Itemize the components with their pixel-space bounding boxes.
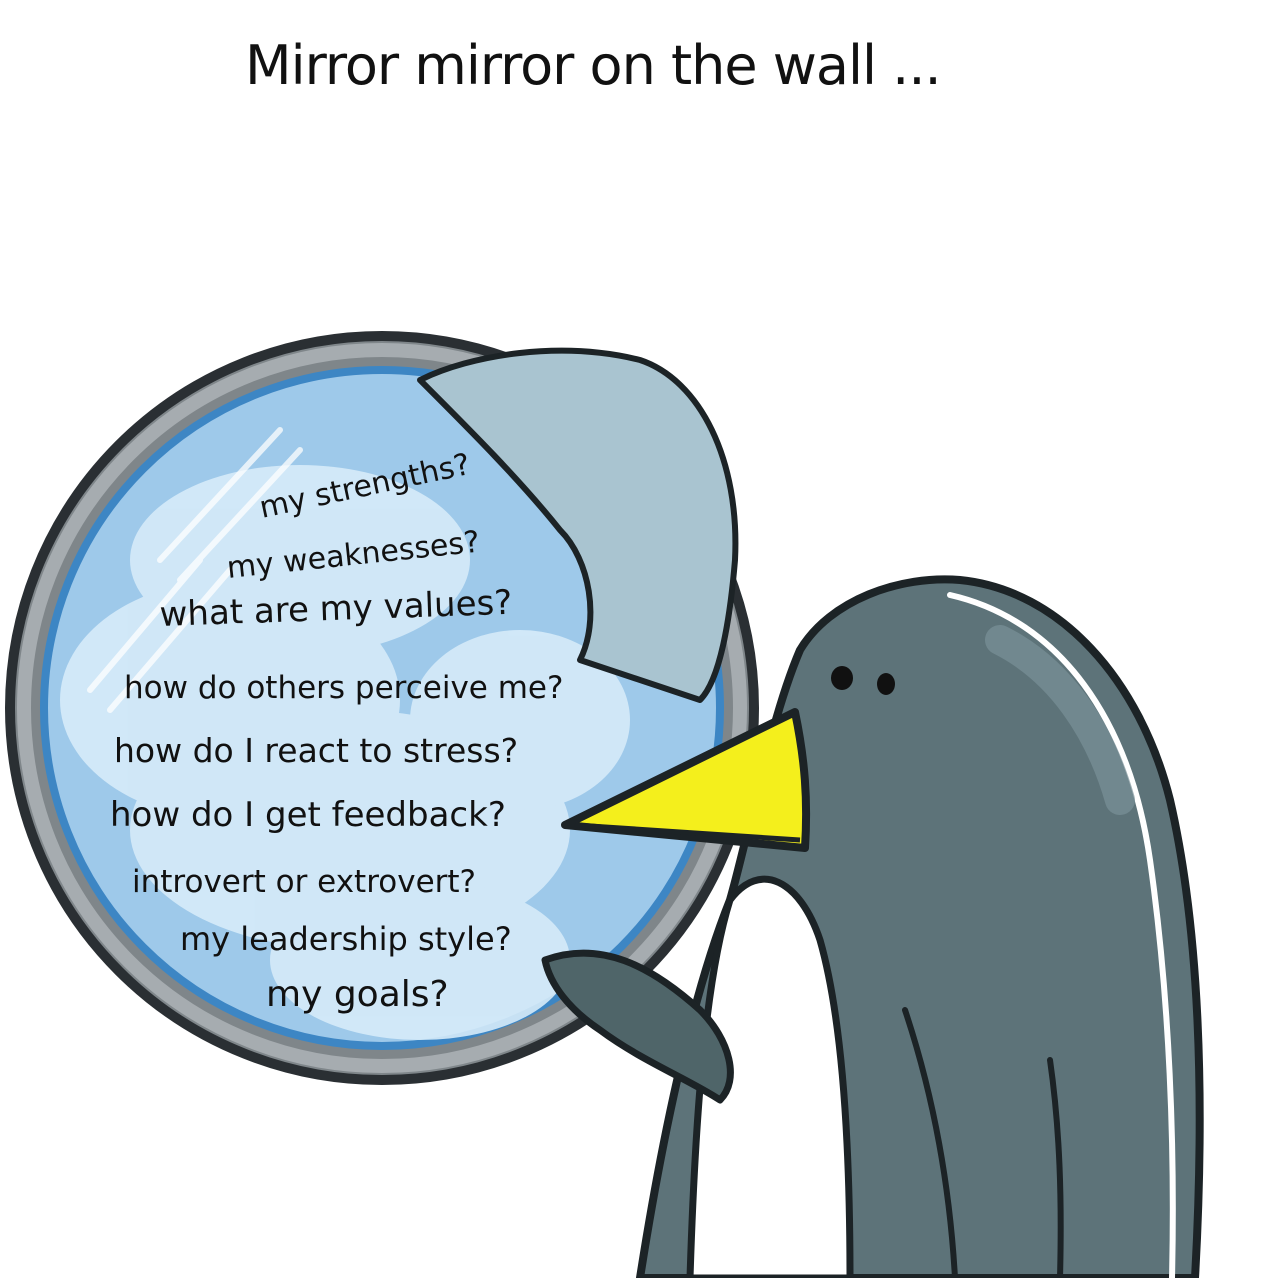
- penguin-eye-right: [877, 673, 895, 695]
- question-leadership: my leadership style?: [180, 920, 512, 958]
- question-feedback: how do I get feedback?: [110, 795, 506, 835]
- question-introvert: introvert or extrovert?: [132, 864, 476, 900]
- question-stress: how do I react to stress?: [114, 731, 518, 770]
- question-goals: my goals?: [266, 974, 449, 1015]
- question-perception: how do others perceive me?: [124, 670, 563, 706]
- penguin-eye-left: [831, 666, 853, 690]
- comic-scene: my strengths? my weaknesses? what are my…: [5, 331, 1204, 1278]
